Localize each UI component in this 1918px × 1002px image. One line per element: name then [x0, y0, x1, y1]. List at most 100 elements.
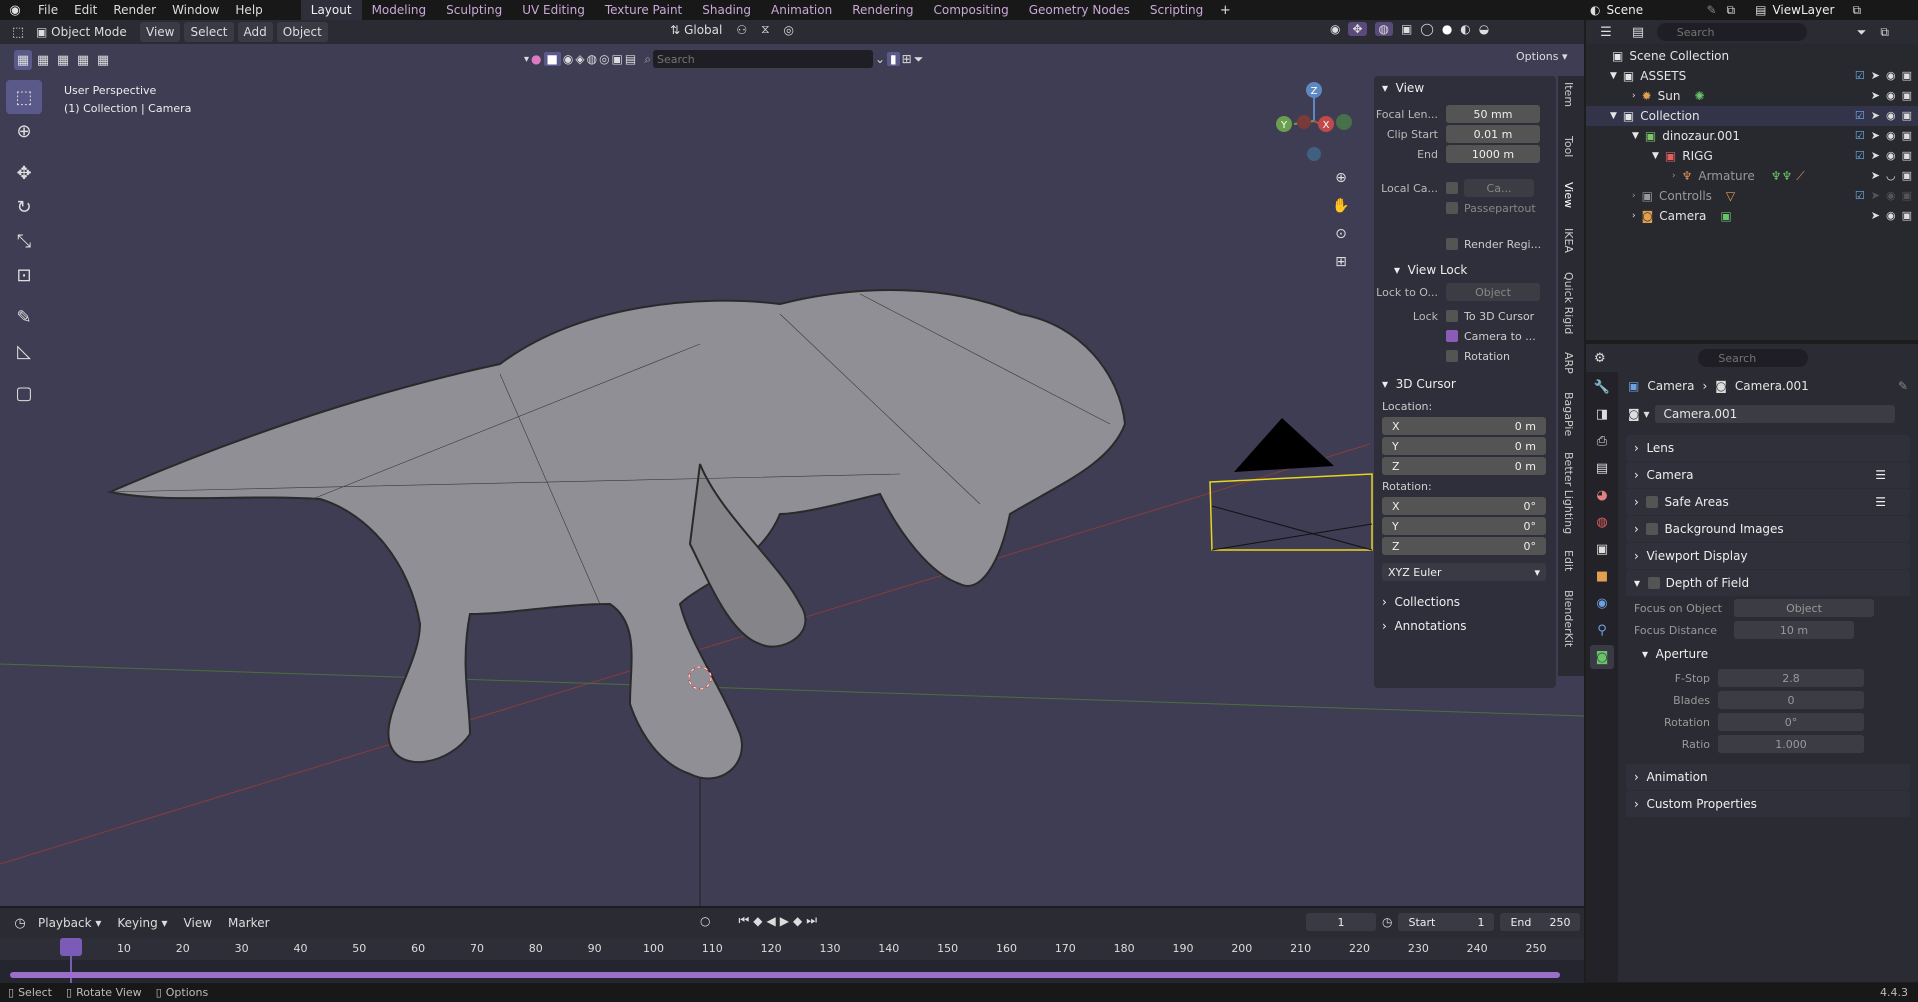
dof-checkbox[interactable] [1647, 577, 1660, 589]
xray-icon[interactable]: ▣ [1401, 22, 1412, 36]
filter-world-icon[interactable]: ◍ [587, 52, 597, 66]
select-toggle-icon[interactable]: ➤ [1871, 209, 1880, 222]
camera-data-icon[interactable]: ◙ ▾ [1628, 407, 1649, 421]
tab-better-lighting[interactable]: Better Lighting [1562, 452, 1575, 534]
playhead[interactable] [60, 938, 82, 956]
move-tool-icon[interactable]: ✥ [6, 156, 42, 190]
new-scene-icon[interactable]: ⧉ [1727, 3, 1736, 18]
local-camera-checkbox[interactable] [1446, 182, 1458, 194]
tab-blenderkit[interactable]: BlenderKit [1562, 590, 1575, 647]
datablock-name-field[interactable]: Camera.001 [1655, 405, 1896, 423]
zoom-icon[interactable]: ⊕ [1328, 164, 1354, 192]
cursor-loc-y-field[interactable]: Y 0 m [1382, 437, 1546, 455]
tab-arp[interactable]: ARP [1562, 352, 1575, 374]
select-invert-icon[interactable]: ▦ [74, 50, 92, 70]
prev-key-icon[interactable]: ◆ [753, 914, 762, 928]
menu-tl-view[interactable]: View [178, 913, 218, 933]
menu-view[interactable]: View [140, 22, 181, 42]
list-icon[interactable]: ☰ [1875, 495, 1886, 509]
filter-brush-icon[interactable]: ▤ [625, 52, 636, 66]
transform-tool-icon[interactable]: ⊡ [6, 258, 42, 292]
display-mode-icon[interactable]: ▤ [1626, 22, 1650, 42]
tab-compositing[interactable]: Compositing [923, 0, 1018, 20]
tab-quick-rigid[interactable]: Quick Rigid [1562, 272, 1575, 334]
properties-editor-icon[interactable]: ⚙ [1594, 348, 1606, 368]
checkbox-icon[interactable]: ☑ [1855, 129, 1865, 142]
expand-icon[interactable]: ▼ [1610, 71, 1617, 81]
new-collection-icon[interactable]: ⧉ [1880, 25, 1889, 40]
timeline-editor-icon[interactable]: ◷ [8, 913, 32, 933]
tab-rendering[interactable]: Rendering [842, 0, 923, 20]
tab-shading[interactable]: Shading [692, 0, 761, 20]
cursor-rot-y-field[interactable]: Y 0° [1382, 517, 1546, 535]
eye-icon[interactable]: ◉ [1886, 189, 1896, 202]
overlay-toggle-icon[interactable]: ◍ [1374, 22, 1394, 36]
tab-geometry-nodes[interactable]: Geometry Nodes [1019, 0, 1140, 20]
outliner-row-assets[interactable]: ▼ ▣ ASSETS ☑ ➤ ◉ ▣ [1586, 66, 1918, 86]
lens-section[interactable]: › Lens [1626, 435, 1910, 461]
add-workspace-icon[interactable]: + [1213, 0, 1237, 20]
expand-icon[interactable]: › [1632, 91, 1636, 101]
next-key-icon[interactable]: ◆ [793, 914, 802, 928]
render-icon[interactable]: ▣ [1902, 109, 1912, 122]
expand-icon[interactable]: › [1632, 211, 1636, 221]
checkbox-icon[interactable]: ☑ [1855, 189, 1865, 202]
annotate-tool-icon[interactable]: ✎ [6, 300, 42, 334]
outliner-row-dinozaur[interactable]: ▼ ▣ dinozaur.001 ☑ ➤ ◉ ▣ [1586, 126, 1918, 146]
select-box-tool-icon[interactable]: ⬚ [6, 80, 42, 114]
tab-item[interactable]: Item [1562, 82, 1575, 107]
checkbox-icon[interactable]: ☑ [1855, 149, 1865, 162]
render-icon[interactable]: ▣ [1902, 69, 1912, 82]
perspective-grid-icon[interactable]: ⊞ [1328, 248, 1354, 276]
add-cube-tool-icon[interactable]: ▢ [6, 376, 42, 410]
outliner-editor-icon[interactable]: ☰ [1594, 22, 1618, 42]
eye-icon[interactable]: ◉ [1886, 209, 1896, 222]
filter-hdri-icon[interactable]: ◎ [599, 52, 609, 66]
safe-areas-section[interactable]: › Safe Areas ☰ [1626, 489, 1910, 515]
render-icon[interactable]: ▣ [1902, 149, 1912, 162]
to-3d-cursor-checkbox[interactable] [1446, 310, 1458, 322]
proportional-edit-icon[interactable]: ◎ [784, 23, 794, 37]
asset-search-input[interactable] [652, 50, 873, 68]
eye-icon[interactable]: ◉ [1886, 89, 1896, 102]
expand-icon[interactable]: ▼ [1632, 131, 1639, 141]
tool-tab-icon[interactable]: 🔧 [1590, 375, 1614, 399]
expand-icon[interactable]: ▼ [1652, 151, 1659, 161]
focus-distance-field[interactable]: 10 m [1734, 621, 1854, 639]
view-panel-header[interactable]: ▾ View [1374, 76, 1556, 100]
tab-scripting[interactable]: Scripting [1140, 0, 1213, 20]
filter-icon[interactable]: ⏷ [1857, 25, 1867, 40]
object-tab-icon[interactable]: ■ [1590, 564, 1614, 588]
aperture-rotation-field[interactable]: 0° [1718, 713, 1864, 731]
eye-icon[interactable]: ◉ [1886, 109, 1896, 122]
annotations-header[interactable]: › Annotations [1374, 614, 1556, 638]
shading-wire-icon[interactable]: ◯ [1420, 22, 1433, 36]
dropdown-icon[interactable]: ⌄ [875, 52, 885, 66]
select-toggle-icon[interactable]: ➤ [1871, 169, 1880, 182]
checkbox-icon[interactable]: ☑ [1855, 69, 1865, 82]
tab-layout[interactable]: Layout [300, 0, 362, 20]
blender-logo-icon[interactable]: ◉ [0, 0, 30, 20]
tab-texture-paint[interactable]: Texture Paint [595, 0, 692, 20]
render-icon[interactable]: ▣ [1902, 169, 1912, 182]
render-tab-icon[interactable]: ◨ [1590, 402, 1614, 426]
collection-tab-icon[interactable]: ▣ [1590, 537, 1614, 561]
animation-section[interactable]: › Animation [1626, 764, 1910, 790]
clock-icon[interactable]: ◷ [1382, 915, 1392, 929]
render-icon[interactable]: ▣ [1902, 89, 1912, 102]
select-intersect-icon[interactable]: ▦ [94, 50, 112, 70]
tab-sculpting[interactable]: Sculpting [436, 0, 512, 20]
camera-section[interactable]: › Camera ☰ [1626, 462, 1910, 488]
menu-add[interactable]: Add [237, 22, 273, 42]
snap-icon[interactable]: ⧖ [761, 22, 769, 37]
pin-icon[interactable]: ✎ [1898, 379, 1908, 393]
outliner-row-controlls[interactable]: › ▣ Controlls ▽ ☑ ➤ ◉ ▣ [1586, 186, 1918, 206]
render-region-checkbox[interactable] [1446, 238, 1458, 250]
cursor-loc-z-field[interactable]: Z 0 m [1382, 457, 1546, 475]
tab-uv-editing[interactable]: UV Editing [512, 0, 595, 20]
transform-orientation[interactable]: Global [684, 23, 722, 37]
tab-bagapie[interactable]: BagaPie [1562, 392, 1575, 436]
bookmark-icon[interactable]: ▮ [887, 52, 900, 66]
menu-window[interactable]: Window [164, 0, 227, 20]
mode-select[interactable]: ▣ Object Mode ▾ [30, 22, 136, 59]
